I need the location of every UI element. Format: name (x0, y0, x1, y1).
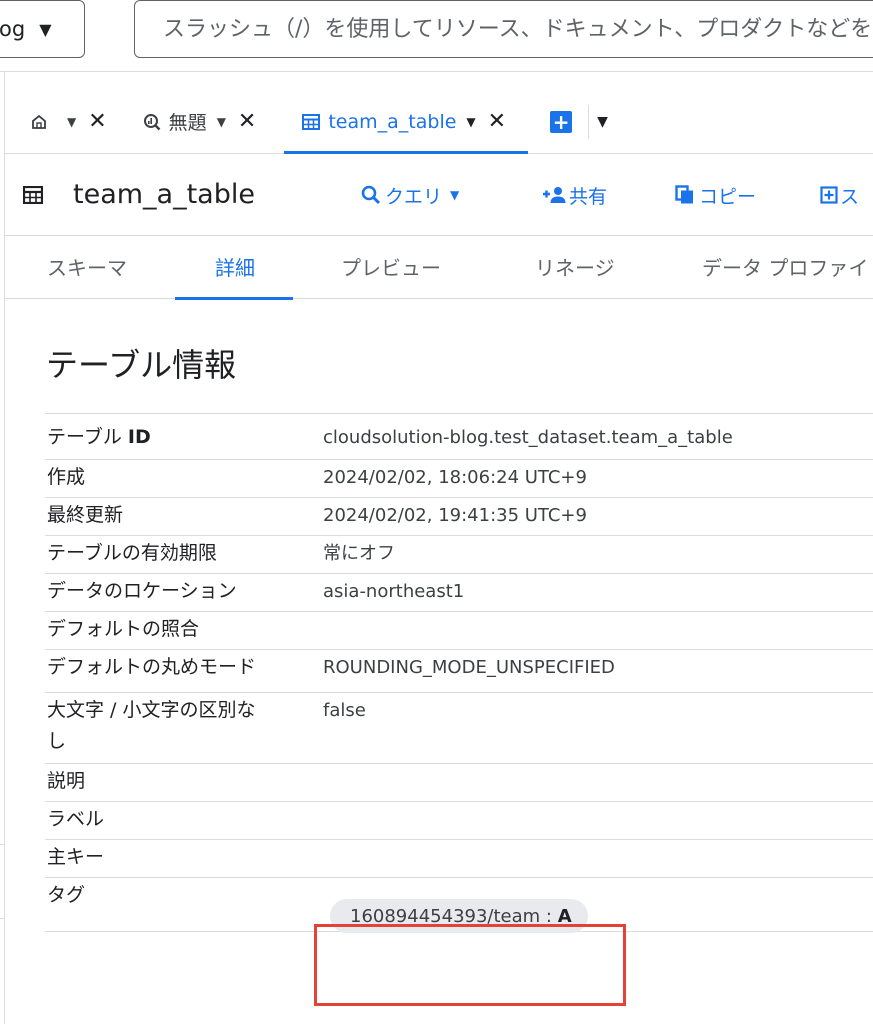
table-row: タグ 160894454393/team : A (45, 878, 873, 933)
tab-details[interactable]: 詳細 (175, 237, 293, 300)
divider (0, 918, 5, 919)
row-label: 作成 (47, 466, 86, 488)
editor-tab-bar: ▼ ✕ 無題 ▼ ✕ team_a_table ▼ ✕ + ▼ (5, 90, 873, 154)
chevron-down-icon[interactable]: ▼ (466, 115, 475, 129)
copy-button-label: コピー (699, 185, 757, 208)
primary-key-value (323, 840, 873, 877)
share-button-label: 共有 (569, 185, 608, 208)
section-title: テーブル情報 (46, 346, 237, 384)
home-icon (32, 114, 46, 129)
person-add-icon (543, 187, 566, 203)
row-label: デフォルトの丸めモード (47, 656, 257, 678)
table-row: テーブルの有効期限 常にオフ (45, 536, 873, 574)
row-label: テーブル ID (45, 414, 323, 459)
snapshot-icon (820, 186, 838, 204)
plus-icon: + (550, 110, 573, 133)
snapshot-button-label: ス (840, 185, 860, 208)
expiration-value: 常にオフ (323, 543, 395, 564)
row-label: データのロケーション (47, 580, 237, 602)
chevron-down-icon[interactable]: ▼ (597, 114, 608, 130)
close-icon[interactable]: ✕ (488, 109, 506, 134)
created-value: 2024/02/02, 18:06:24 UTC+9 (323, 467, 587, 488)
row-label: タグ (47, 884, 86, 906)
tab-data-profile[interactable]: データ プロファイ (702, 237, 868, 299)
table-icon (302, 113, 321, 130)
tab-lineage[interactable]: リネージ (535, 237, 615, 299)
search-icon (361, 185, 381, 205)
description-value (323, 764, 873, 801)
table-row: デフォルトの照合 (45, 612, 873, 650)
resource-header: team_a_table クエリ ▼ 共有 コピー ス (5, 154, 873, 236)
case-value: false (323, 700, 366, 721)
table-icon (23, 185, 43, 204)
tag-chip[interactable]: 160894454393/team : A (330, 899, 588, 933)
collation-value (323, 612, 873, 649)
chevron-down-icon: ▼ (450, 188, 460, 202)
resource-subtabs: スキーマ 詳細 プレビュー リネージ データ プロファイ (5, 237, 873, 300)
tag-key: 160894454393/team (350, 905, 541, 927)
table-row: 説明 (45, 764, 873, 802)
tab-preview[interactable]: プレビュー (341, 237, 441, 299)
search-box[interactable] (134, 0, 873, 58)
query-icon (143, 113, 161, 130)
table-row: データのロケーション asia-northeast1 (45, 574, 873, 612)
copy-button[interactable]: コピー (675, 154, 756, 236)
share-button[interactable]: 共有 (541, 154, 607, 236)
tab-untitled[interactable]: 無題 ▼ ✕ (121, 90, 271, 153)
tab-home[interactable]: ▼ ✕ (5, 90, 121, 153)
close-icon[interactable]: ✕ (88, 109, 106, 134)
row-label-text: テーブル (47, 426, 128, 448)
table-row: 主キー (45, 840, 873, 878)
tag-separator: : (540, 905, 558, 927)
labels-value (323, 802, 873, 839)
location-value: asia-northeast1 (323, 581, 465, 602)
table-row: ラベル (45, 802, 873, 840)
tag-value: A (557, 905, 572, 927)
table-id-value: cloudsolution-blog.test_dataset.team_a_t… (323, 427, 733, 448)
tab-active-label: team_a_table (328, 110, 457, 133)
row-label: 最終更新 (47, 504, 124, 526)
query-button-label: クエリ (385, 185, 443, 208)
table-row: 大文字 / 小文字の区別なし false (45, 693, 873, 764)
search-input[interactable] (163, 16, 873, 42)
tab-schema[interactable]: スキーマ (47, 237, 127, 299)
divider (0, 844, 5, 845)
modified-value: 2024/02/02, 19:41:35 UTC+9 (323, 505, 587, 526)
row-label: ラベル (47, 808, 105, 830)
new-tab-button[interactable]: + ▼ (528, 90, 608, 153)
row-label: デフォルトの照合 (47, 618, 200, 640)
row-label: 主キー (47, 846, 105, 868)
table-row: デフォルトの丸めモード ROUNDING_MODE_UNSPECIFIED (45, 650, 873, 693)
project-picker-label: og (0, 17, 26, 41)
snapshot-button[interactable]: ス (820, 154, 859, 236)
copy-icon (675, 185, 693, 204)
top-bar: og ▼ (0, 0, 873, 72)
chevron-down-icon[interactable]: ▼ (67, 115, 76, 129)
page-title: team_a_table (73, 179, 255, 210)
divider (588, 104, 590, 139)
rounding-value: ROUNDING_MODE_UNSPECIFIED (323, 657, 615, 678)
table-row: 最終更新 2024/02/02, 19:41:35 UTC+9 (45, 498, 873, 536)
row-label-bold: ID (127, 426, 151, 448)
tab-untitled-label: 無題 (168, 112, 207, 134)
chevron-down-icon[interactable]: ▼ (217, 115, 226, 129)
close-icon[interactable]: ✕ (238, 109, 256, 134)
highlight-annotation (314, 924, 626, 1006)
row-label: 大文字 / 小文字の区別なし (47, 699, 256, 752)
caret-down-icon: ▼ (39, 19, 52, 39)
project-picker[interactable]: og ▼ (0, 0, 85, 58)
table-row: 作成 2024/02/02, 18:06:24 UTC+9 (45, 460, 873, 498)
query-button[interactable]: クエリ ▼ (361, 154, 459, 236)
table-info: テーブル ID cloudsolution-blog.test_dataset.… (45, 413, 873, 933)
tab-team-a-table[interactable]: team_a_table ▼ ✕ (284, 90, 528, 154)
row-label: テーブルの有効期限 (47, 542, 217, 564)
table-row: テーブル ID cloudsolution-blog.test_dataset.… (45, 414, 873, 460)
tags-value: 160894454393/team : A (323, 878, 873, 933)
row-label: 説明 (47, 770, 86, 792)
